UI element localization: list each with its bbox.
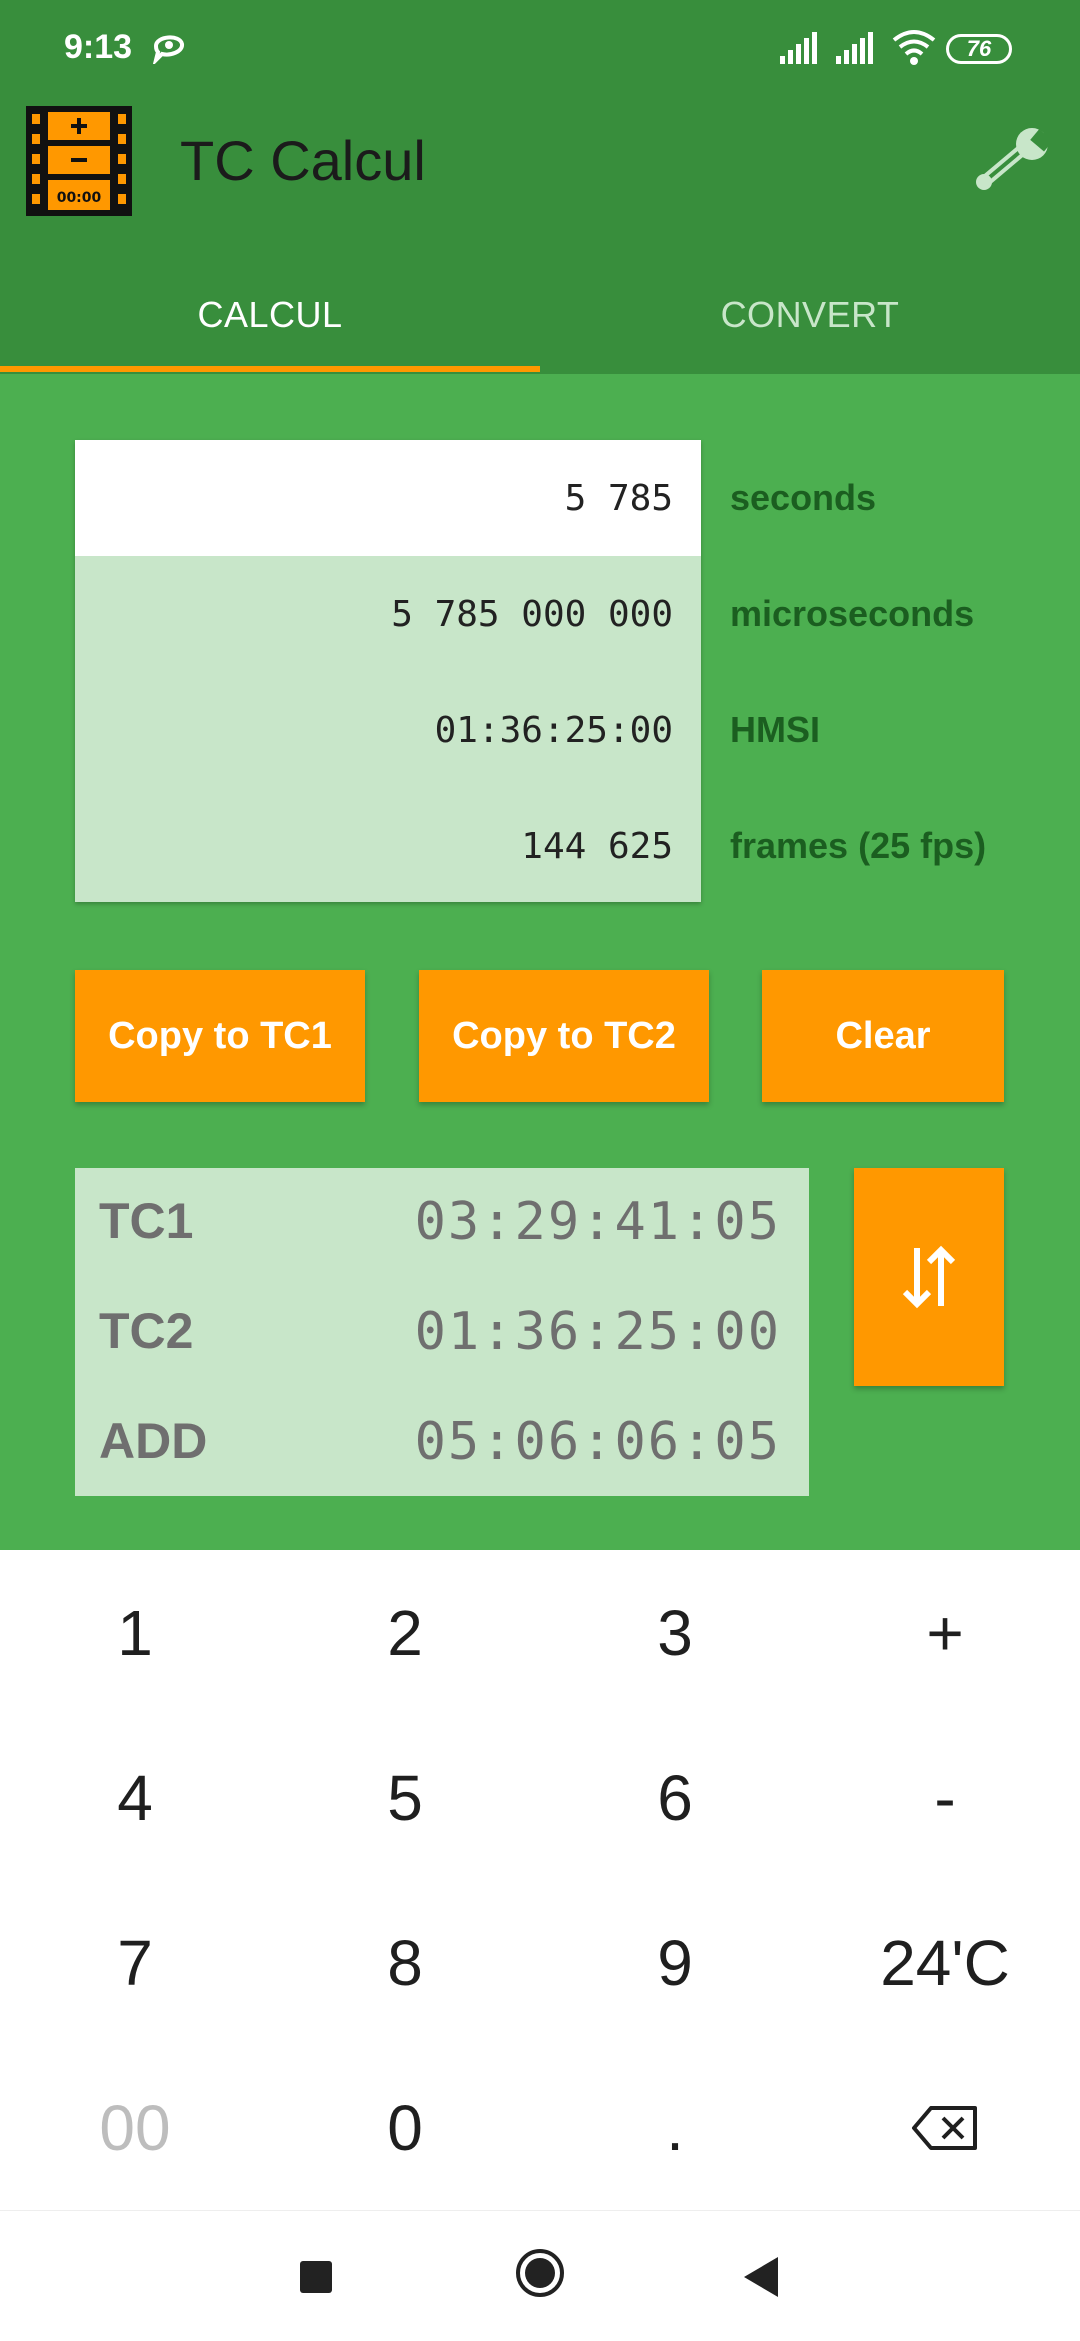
key-7[interactable]: 7	[0, 1880, 270, 2045]
backspace-icon	[912, 2105, 977, 2150]
back-icon[interactable]	[742, 2255, 782, 2299]
keypad: 1 2 3 + 4 5 6 - 7 8 9 24'C 00 0 .	[0, 1550, 1080, 2210]
key-3[interactable]: 3	[540, 1550, 810, 1715]
key-5[interactable]: 5	[270, 1715, 540, 1880]
frames-field[interactable]: 144 625	[75, 788, 701, 904]
key-8[interactable]: 8	[270, 1880, 540, 2045]
copy-to-tc1-button[interactable]: Copy to TC1	[75, 970, 365, 1102]
status-bar: 9:13 76	[0, 0, 1080, 98]
tab-bar: CALCUL CONVERT	[0, 256, 1080, 374]
hmsi-field[interactable]: 01:36:25:00	[75, 672, 701, 788]
seconds-unit-label: seconds	[730, 477, 877, 518]
key-4[interactable]: 4	[0, 1715, 270, 1880]
key-9[interactable]: 9	[540, 1880, 810, 2045]
tab-convert[interactable]: CONVERT	[540, 256, 1080, 374]
cellular-signal-icon	[780, 32, 817, 64]
result-value: 05:06:06:05	[414, 1412, 781, 1472]
key-minus[interactable]: -	[810, 1715, 1080, 1880]
key-dot[interactable]: .	[540, 2045, 810, 2210]
copy-to-tc2-button[interactable]: Copy to TC2	[419, 970, 709, 1102]
cellular-signal-icon	[836, 32, 873, 64]
wifi-icon	[892, 30, 936, 65]
key-0[interactable]: 0	[270, 2045, 540, 2210]
key-6[interactable]: 6	[540, 1715, 810, 1880]
home-icon[interactable]	[514, 2247, 566, 2299]
recents-icon[interactable]	[300, 2261, 332, 2293]
timecode-card: TC1 03:29:41:05 TC2 01:36:25:00 ADD 05:0…	[75, 1168, 809, 1496]
key-plus[interactable]: +	[810, 1550, 1080, 1715]
tab-indicator	[0, 366, 540, 372]
tc1-label: TC1	[99, 1193, 194, 1249]
app-title: TC Calcul	[180, 129, 426, 192]
key-00[interactable]: 00	[0, 2045, 270, 2210]
seconds-field[interactable]: 5 785	[75, 440, 701, 556]
tc2-value[interactable]: 01:36:25:00	[415, 1302, 781, 1362]
swap-arrows-icon	[902, 1245, 956, 1309]
hmsi-unit-label: HMSI	[730, 709, 820, 750]
tc1-value[interactable]: 03:29:41:05	[415, 1192, 781, 1252]
microseconds-field[interactable]: 5 785 000 000	[75, 556, 701, 672]
status-time: 9:13	[64, 28, 133, 66]
key-2[interactable]: 2	[270, 1550, 540, 1715]
battery-indicator: 76	[946, 34, 1012, 64]
swap-button[interactable]	[854, 1168, 1004, 1386]
conversion-card: 5 785 5 785 000 000 01:36:25:00 144 625	[75, 440, 701, 902]
key-backspace[interactable]	[810, 2045, 1080, 2210]
microseconds-unit-label: microseconds	[730, 593, 975, 634]
notification-icon	[152, 35, 184, 64]
clear-button[interactable]: Clear	[762, 970, 1004, 1102]
tc2-label: TC2	[99, 1303, 194, 1359]
key-weather[interactable]: 24'C	[810, 1880, 1080, 2045]
operation-label: ADD	[99, 1413, 208, 1469]
tab-calcul[interactable]: CALCUL	[0, 256, 540, 374]
frames-unit-label: frames (25 fps)	[730, 825, 987, 866]
app-bar: 00:00 TC Calcul	[0, 98, 1080, 256]
wrench-icon[interactable]	[970, 126, 1056, 196]
key-1[interactable]: 1	[0, 1550, 270, 1715]
navigation-bar	[0, 2210, 1080, 2341]
svg-text:00:00: 00:00	[57, 190, 102, 206]
app-logo-icon: 00:00	[26, 106, 132, 216]
